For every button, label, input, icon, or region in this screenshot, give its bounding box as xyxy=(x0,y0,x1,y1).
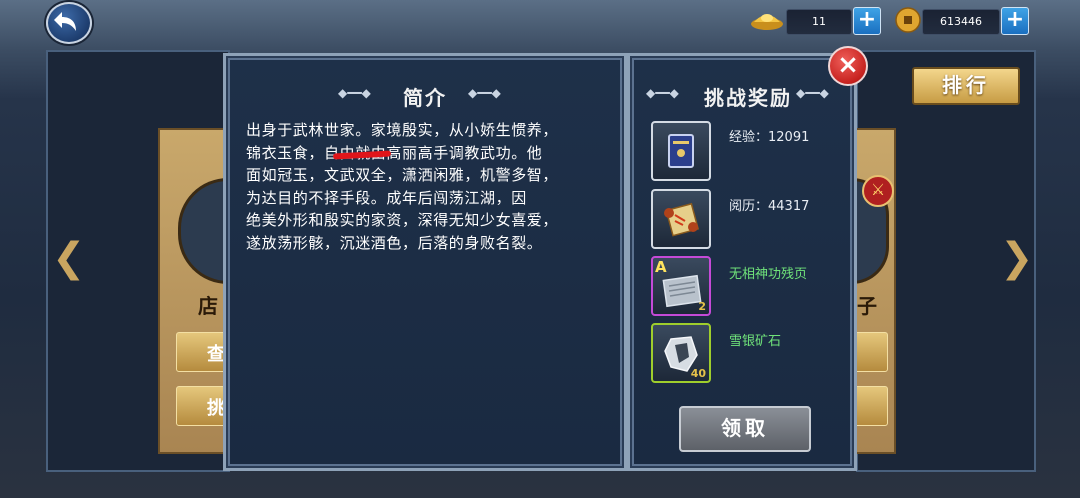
book-icon xyxy=(668,134,694,168)
intro-description: 出身于武林世家。家境殷实，从小娇生惯养， 锦衣玉食，自由就由高丽高手调教武功。他… xyxy=(246,119,608,254)
left-card-challenge-button[interactable]: 挑 xyxy=(176,386,228,426)
reward-title: 挑战奖励 xyxy=(704,86,792,110)
reward-experience-text: 经验：12091 xyxy=(729,130,810,145)
crossed-swords-icon: ⚔ xyxy=(862,175,894,207)
item-quantity: 2 xyxy=(698,300,706,313)
gold-ingot-icon xyxy=(750,6,784,32)
prev-arrow-button[interactable]: ❮ xyxy=(52,235,86,281)
intro-line: 绝美外形和殷实的家资，深得无知少女喜爱， xyxy=(246,211,559,229)
right-opponent-name: 子 xyxy=(857,294,877,318)
intro-line: 出身于武林世家。家境殷实，从小娇生惯养， xyxy=(246,121,559,139)
intro-panel: ◆━━◆ 简介 ◆━━◆ 出身于武林世家。家境殷实，从小娇生惯养， 锦衣玉食，自… xyxy=(223,53,627,471)
right-card-view-button[interactable] xyxy=(852,332,888,372)
right-card-challenge-button[interactable] xyxy=(852,386,888,426)
intro-line: 遂放荡形骸，沉迷酒色，后落的身败名裂。 xyxy=(246,233,543,252)
item-quantity: 40 xyxy=(690,367,706,380)
grade-badge: A xyxy=(655,258,667,276)
intro-line: 面如冠玉，文武双全，潇洒闲雅，机警多智， xyxy=(246,166,559,184)
reward-insight-text: 阅历：44317 xyxy=(729,199,810,214)
reward-slot-silver-ore[interactable]: 40 xyxy=(651,323,711,383)
add-gold-ingot-button[interactable]: + xyxy=(853,7,881,35)
ranking-button[interactable]: 排行 xyxy=(912,67,1020,105)
close-button[interactable]: × xyxy=(828,46,868,86)
reward-slot-manual-page[interactable]: A 2 xyxy=(651,256,711,316)
reward-silver-ore-name: 雪银矿石 xyxy=(729,334,782,349)
title-right-ornament: ◆━━◆ xyxy=(468,86,501,100)
title-left-ornament: ◆━━◆ xyxy=(338,86,371,100)
back-arrow-icon xyxy=(54,12,76,31)
reward-slot-experience[interactable] xyxy=(651,121,711,181)
title-left-ornament: ◆━━◆ xyxy=(646,86,679,100)
reward-slot-insight[interactable] xyxy=(651,189,711,249)
coin-icon xyxy=(895,7,921,33)
reward-panel: ◆━━◆ 挑战奖励 ◆━━◆ 经验：12091 阅历：44317 A 2 无相神… xyxy=(627,53,857,471)
intro-title: 简介 xyxy=(403,86,447,110)
scroll-icon xyxy=(664,202,700,237)
reward-manual-page-name: 无相神功残页 xyxy=(729,267,808,282)
next-arrow-button[interactable]: ❯ xyxy=(1000,235,1034,281)
title-right-ornament: ◆━━◆ xyxy=(796,86,829,100)
left-opponent-name: 店 xyxy=(198,294,218,318)
intro-line: 锦衣玉食，自由就由高丽高手调教武功。他 xyxy=(246,143,543,162)
back-button[interactable] xyxy=(46,2,92,44)
intro-line: 为达目的不择手段。成年后闯荡江湖，因 xyxy=(246,188,527,207)
gold-ingot-count: 11 xyxy=(786,9,852,35)
left-card-view-button[interactable]: 查 xyxy=(176,332,228,372)
coin-count: 613446 xyxy=(922,9,1000,35)
add-coin-button[interactable]: + xyxy=(1001,7,1029,35)
claim-button[interactable]: 领取 xyxy=(679,406,811,452)
